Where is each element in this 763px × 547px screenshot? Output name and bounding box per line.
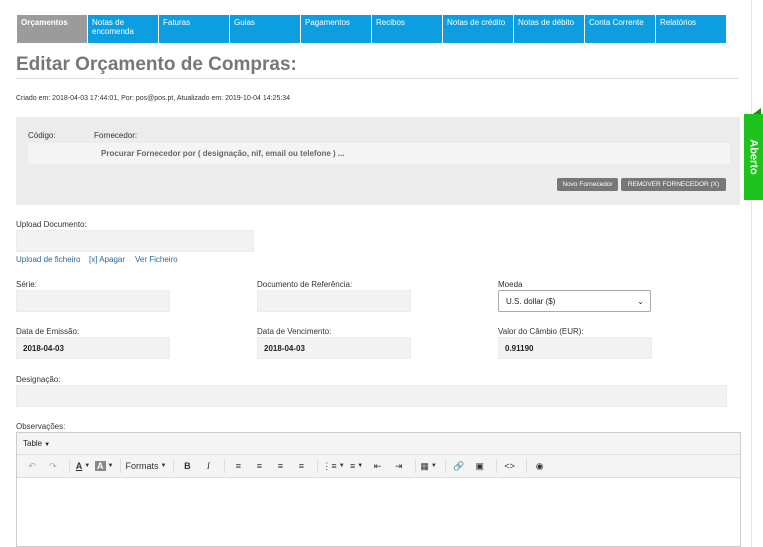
toolbar-divider xyxy=(317,459,319,473)
tab-pagamentos[interactable]: Pagamentos xyxy=(301,15,372,43)
toolbar-divider xyxy=(495,459,497,473)
image-icon[interactable]: ▣ xyxy=(471,457,489,475)
italic-icon[interactable]: I xyxy=(199,457,217,475)
tab-or-amentos[interactable]: Orçamentos xyxy=(17,15,88,43)
undo-icon[interactable]: ↶ xyxy=(23,457,41,475)
designation-label: Designação: xyxy=(16,375,61,384)
designation-input[interactable] xyxy=(16,385,727,407)
upload-label: Upload Documento: xyxy=(16,220,87,229)
preview-eye-icon[interactable]: ◉ xyxy=(531,457,549,475)
supplier-label: Fornecedor: xyxy=(94,131,138,140)
toolbar-divider xyxy=(69,459,70,473)
indent-icon[interactable]: ⇥ xyxy=(390,457,408,475)
link-icon[interactable]: 🔗 xyxy=(450,457,468,475)
page-title: Editar Orçamento de Compras: xyxy=(16,54,297,75)
tab-relat-rios[interactable]: Relatórios xyxy=(656,15,727,43)
exchange-rate-label: Valor do Câmbio (EUR): xyxy=(498,327,584,336)
supplier-search-input[interactable]: Procurar Fornecedor por ( designação, ni… xyxy=(94,143,730,164)
editor-menubar: Table ▼ xyxy=(17,433,740,455)
code-input[interactable] xyxy=(28,143,94,164)
serie-label: Série: xyxy=(16,280,37,289)
due-date-label: Data de Vencimento: xyxy=(257,327,332,336)
numbered-list-icon[interactable]: ≡ ▼ xyxy=(348,457,366,475)
toolbar-divider xyxy=(173,459,175,473)
record-meta: Criado em: 2018-04-03 17:44:01, Por: pos… xyxy=(16,95,291,102)
view-file-link[interactable]: Ver Ficheiro xyxy=(135,255,178,264)
bold-icon[interactable]: B xyxy=(178,457,196,475)
emission-date-label: Data de Emissão: xyxy=(16,327,80,336)
currency-select[interactable]: U.S. dollar ($) ⌄ xyxy=(498,290,651,312)
exchange-rate-input[interactable]: 0.91190 xyxy=(498,337,652,359)
currency-label: Moeda xyxy=(498,280,523,289)
redo-icon[interactable]: ↷ xyxy=(44,457,62,475)
code-label: Código: xyxy=(28,131,56,140)
tab-notas-de-encomenda[interactable]: Notas de encomenda xyxy=(88,15,159,43)
toolbar-divider xyxy=(525,459,527,473)
table-menu[interactable]: Table ▼ xyxy=(23,439,50,448)
outdent-icon[interactable]: ⇤ xyxy=(369,457,387,475)
text-color-icon[interactable]: A ▼ xyxy=(74,457,92,475)
toolbar-divider xyxy=(444,459,446,473)
rich-text-editor: Table ▼ ↶ ↷ A ▼ A ▼ Formats ▼ B I ≡ ≡ ≡ ≡ ⋮≡… xyxy=(16,432,741,547)
align-left-icon[interactable]: ≡ xyxy=(229,457,247,475)
align-center-icon[interactable]: ≡ xyxy=(250,457,268,475)
emission-date-input[interactable]: 2018-04-03 xyxy=(16,337,170,359)
tab-faturas[interactable]: Faturas xyxy=(159,15,230,43)
align-right-icon[interactable]: ≡ xyxy=(271,457,289,475)
tab-guias[interactable]: Guias xyxy=(230,15,301,43)
reference-doc-label: Documento de Referência: xyxy=(257,280,353,289)
code-icon[interactable]: <> xyxy=(501,457,519,475)
toolbar-divider xyxy=(224,459,226,473)
new-supplier-button[interactable]: Novo Fornecedor xyxy=(557,178,618,191)
reference-doc-input[interactable] xyxy=(257,290,411,312)
tab-recibos[interactable]: Recibos xyxy=(372,15,443,43)
chevron-down-icon: ⌄ xyxy=(637,296,644,306)
editor-toolbar: ↶ ↷ A ▼ A ▼ Formats ▼ B I ≡ ≡ ≡ ≡ ⋮≡ ▼ ≡ ▼ ⇤ … xyxy=(17,455,740,478)
title-divider xyxy=(16,78,739,79)
tab-notas-de-d-bito[interactable]: Notas de débito xyxy=(514,15,585,43)
tab-conta-corrente[interactable]: Conta Corrente xyxy=(585,15,656,43)
currency-value: U.S. dollar ($) xyxy=(506,296,556,306)
due-date-input[interactable]: 2018-04-03 xyxy=(257,337,411,359)
serie-input[interactable] xyxy=(16,290,170,312)
upload-file-link[interactable]: Upload de ficheiro xyxy=(16,255,80,264)
editor-content-area[interactable] xyxy=(17,478,740,546)
delete-file-link[interactable]: [x] Apagar xyxy=(89,255,125,264)
background-color-icon[interactable]: A ▼ xyxy=(95,457,113,475)
tab-bar: Orçamentos Notas de encomenda Faturas Guias… xyxy=(17,15,727,43)
caret-down-icon: ▼ xyxy=(44,442,51,448)
table-icon[interactable]: ▦ ▼ xyxy=(420,457,438,475)
tab-notas-de-cr-dito[interactable]: Notas de crédito xyxy=(443,15,514,43)
toolbar-divider xyxy=(120,459,122,473)
align-justify-icon[interactable]: ≡ xyxy=(292,457,310,475)
upload-field[interactable] xyxy=(16,230,254,252)
remove-supplier-button[interactable]: REMOVER FORNECEDOR (X) xyxy=(621,178,726,191)
notes-label: Observações: xyxy=(16,422,66,431)
toolbar-divider xyxy=(414,459,416,473)
formats-dropdown[interactable]: Formats ▼ xyxy=(125,457,166,475)
status-badge: Aberto xyxy=(744,114,763,200)
bullet-list-icon[interactable]: ⋮≡ ▼ xyxy=(322,457,344,475)
